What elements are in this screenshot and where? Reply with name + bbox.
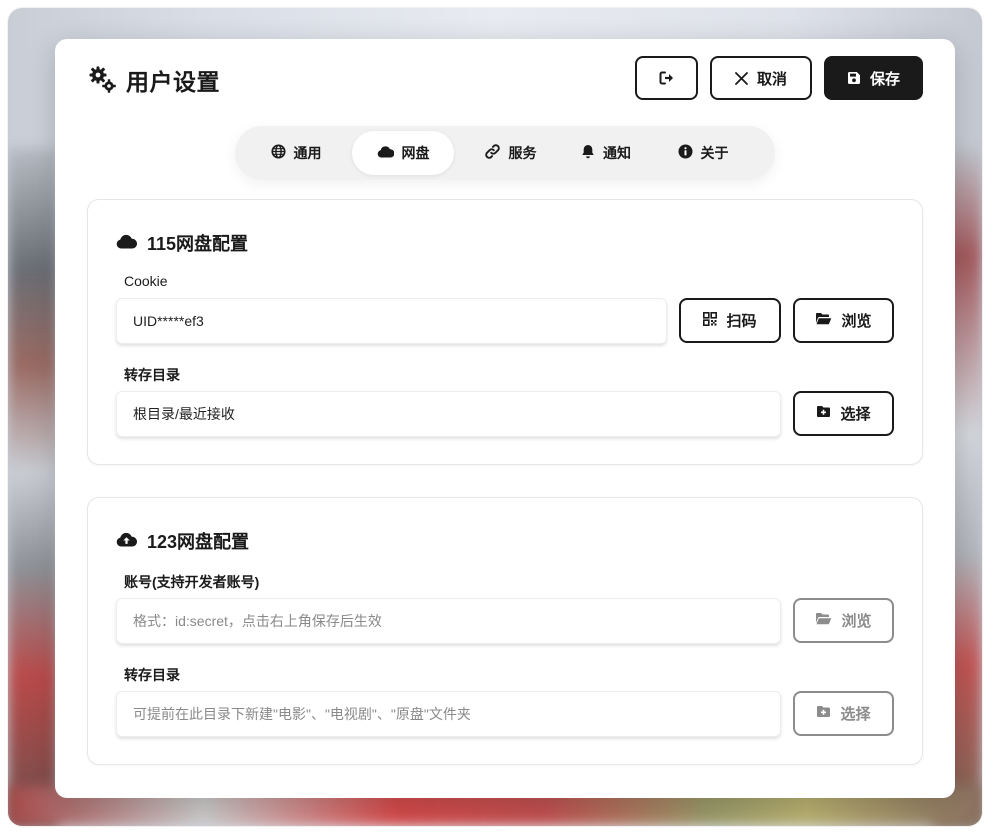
- floppy-disk-icon: [847, 71, 861, 85]
- cloud-icon: [116, 233, 138, 254]
- cancel-label: 取消: [756, 70, 787, 88]
- pan115-browse-label: 浏览: [841, 313, 872, 330]
- pan123-account-label: 账号(支持开发者账号): [124, 574, 260, 590]
- pan123-browse-button[interactable]: 浏览: [793, 598, 894, 643]
- qrcode-icon: [703, 311, 718, 330]
- dialog-header: 用户设置 取消 保存: [55, 39, 955, 127]
- info-circle-icon: [678, 144, 693, 162]
- pan123-config-card: 123网盘配置 账号(支持开发者账号) 格式：id:secret，点击右上角保存…: [87, 497, 923, 765]
- sign-out-icon: [659, 71, 675, 85]
- close-icon: [735, 71, 748, 85]
- pan123-title-text: 123网盘配置: [147, 532, 250, 552]
- save-button[interactable]: 保存: [824, 56, 923, 100]
- dialog-title-group: 用户设置: [88, 63, 220, 97]
- pan115-config-card: 115网盘配置 Cookie UID*****ef3 扫码 浏览 转存目录 根目…: [87, 199, 923, 465]
- page-title: 用户设置: [126, 69, 220, 95]
- tab-about[interactable]: 关于: [656, 131, 750, 175]
- pan123-account-input[interactable]: 格式：id:secret，点击右上角保存后生效: [116, 598, 781, 644]
- scan-qr-button[interactable]: 扫码: [679, 298, 781, 343]
- cloud-icon: [377, 145, 394, 161]
- pan115-title-text: 115网盘配置: [147, 234, 249, 254]
- pan115-browse-button[interactable]: 浏览: [793, 298, 894, 343]
- tab-about-label: 关于: [700, 145, 729, 161]
- bell-icon: [581, 144, 595, 162]
- background-left: [8, 148, 58, 826]
- cookie-input[interactable]: UID*****ef3: [116, 298, 667, 344]
- folder-plus-icon: [816, 705, 831, 722]
- tab-general[interactable]: 通用: [245, 131, 347, 175]
- pan123-browse-label: 浏览: [841, 613, 872, 630]
- logout-button[interactable]: [635, 56, 698, 100]
- pan123-select-label: 选择: [840, 706, 871, 723]
- pan115-dir-label: 转存目录: [124, 367, 180, 383]
- tab-notifications[interactable]: 通知: [566, 131, 646, 175]
- cancel-button[interactable]: 取消: [710, 56, 812, 100]
- scan-qr-label: 扫码: [726, 313, 757, 330]
- folder-open-icon: [815, 612, 832, 629]
- tab-notifications-label: 通知: [603, 145, 631, 161]
- tab-cloud-drive[interactable]: 网盘: [352, 131, 454, 175]
- cloud-upload-icon: [116, 531, 138, 552]
- globe-icon: [270, 144, 286, 162]
- pan123-dir-label: 转存目录: [124, 667, 180, 683]
- settings-dialog: 用户设置 取消 保存 通用 网盘 服务 通知 关于 115网盘配置 Cookie…: [55, 39, 955, 798]
- folder-open-icon: [815, 312, 832, 329]
- tab-cloud-drive-label: 网盘: [401, 145, 430, 161]
- tab-services-label: 服务: [508, 145, 537, 161]
- save-label: 保存: [869, 70, 900, 88]
- pan115-dir-input[interactable]: 根目录/最近接收: [116, 391, 781, 437]
- gears-icon: [88, 65, 118, 95]
- pan115-card-title: 115网盘配置: [116, 230, 248, 256]
- pan123-select-dir-button[interactable]: 选择: [793, 691, 894, 736]
- settings-tabs: 通用 网盘 服务 通知 关于: [235, 126, 775, 180]
- cookie-label: Cookie: [124, 273, 168, 289]
- tab-general-label: 通用: [293, 145, 322, 161]
- pan123-card-title: 123网盘配置: [116, 528, 249, 554]
- tab-services[interactable]: 服务: [459, 131, 561, 175]
- pan115-select-label: 选择: [840, 406, 871, 423]
- link-icon: [484, 143, 501, 163]
- pan115-select-dir-button[interactable]: 选择: [793, 391, 894, 436]
- pan123-dir-input[interactable]: 可提前在此目录下新建"电影"、"电视剧"、"原盘"文件夹: [116, 691, 781, 737]
- folder-plus-icon: [816, 405, 831, 422]
